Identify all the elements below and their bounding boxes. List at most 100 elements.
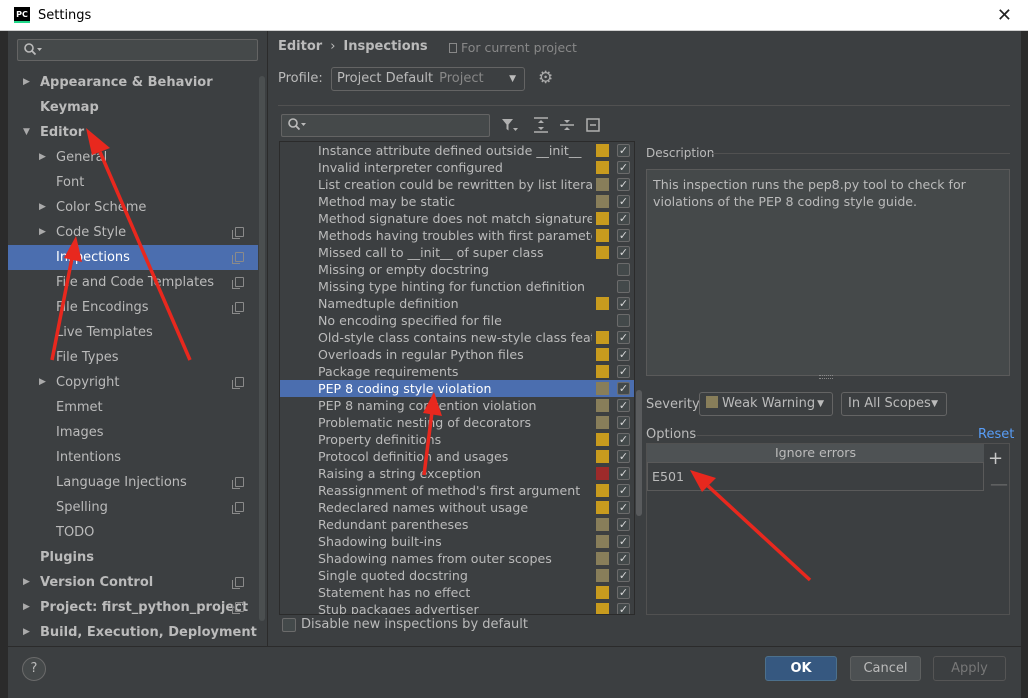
disable-new-inspections-checkbox[interactable] [282,618,296,632]
gear-icon[interactable]: ⚙ [538,68,553,88]
inspection-row[interactable]: PEP 8 naming convention violation ✓ [280,397,634,414]
inspection-row[interactable]: Redundant parentheses ✓ [280,516,634,533]
chevron-right-icon[interactable]: ▶ [39,145,46,170]
inspection-checkbox[interactable]: ✓ [617,518,630,531]
inspection-checkbox[interactable]: ✓ [617,297,630,310]
inspection-row[interactable]: Missed call to __init__ of super class ✓ [280,244,634,261]
sidebar-item[interactable]: Emmet [8,395,258,420]
inspection-checkbox[interactable]: ✓ [617,484,630,497]
sidebar-item[interactable]: File Encodings [8,295,258,320]
sidebar-item[interactable]: ▶ Copyright [8,370,258,395]
chevron-right-icon[interactable]: ▶ [23,570,30,595]
inspection-row[interactable]: Shadowing names from outer scopes ✓ [280,550,634,567]
inspection-checkbox[interactable]: ✓ [617,399,630,412]
sidebar-item[interactable]: ▶ Project: first_python_project [8,595,258,620]
inspection-checkbox[interactable]: ✓ [617,552,630,565]
inspection-checkbox[interactable]: ✓ [617,535,630,548]
profile-dropdown[interactable]: Project Default Project ▼ [331,67,525,91]
inspection-search-input[interactable] [281,114,490,137]
inspection-row[interactable]: Redeclared names without usage ✓ [280,499,634,516]
inspection-checkbox[interactable]: ✓ [617,467,630,480]
inspection-checkbox[interactable]: ✓ [617,450,630,463]
reset-link[interactable]: Reset [978,427,1014,442]
inspection-row[interactable]: Statement has no effect ✓ [280,584,634,601]
inspection-row[interactable]: Shadowing built-ins ✓ [280,533,634,550]
inspection-checkbox[interactable] [617,280,630,293]
inspection-row[interactable]: Instance attribute defined outside __ini… [280,142,634,159]
chevron-right-icon[interactable]: ▶ [39,220,46,245]
inspection-checkbox[interactable]: ✓ [617,212,630,225]
sidebar-item[interactable]: ▶ Code Style [8,220,258,245]
inspection-checkbox[interactable]: ✓ [617,195,630,208]
sidebar-item[interactable]: File and Code Templates [8,270,258,295]
ignore-errors-row[interactable]: E501 [647,462,984,491]
inspection-checkbox[interactable]: ✓ [617,161,630,174]
inspection-checkbox[interactable]: ✓ [617,365,630,378]
cancel-button[interactable]: Cancel [850,656,921,681]
reset-to-default-icon[interactable] [583,115,603,135]
sidebar-item[interactable]: ▼ Editor [8,120,258,145]
chevron-right-icon[interactable]: ▶ [23,620,30,645]
inspection-checkbox[interactable]: ✓ [617,246,630,259]
filter-icon[interactable] [499,115,519,135]
settings-search-input[interactable] [17,39,258,61]
sidebar-item[interactable]: Plugins [8,545,258,570]
chevron-down-icon[interactable]: ▼ [23,120,30,145]
scope-dropdown[interactable]: In All Scopes ▼ [841,392,947,416]
inspection-checkbox[interactable]: ✓ [617,416,630,429]
remove-row-button[interactable]: — [990,474,1008,495]
inspection-row[interactable]: Invalid interpreter configured ✓ [280,159,634,176]
inspection-row[interactable]: Raising a string exception ✓ [280,465,634,482]
sidebar-item[interactable]: Images [8,420,258,445]
sidebar-item[interactable]: TODO [8,520,258,545]
expand-all-icon[interactable] [531,115,551,135]
inspection-checkbox[interactable]: ✓ [617,144,630,157]
inspection-row[interactable]: Single quoted docstring ✓ [280,567,634,584]
inspections-scrollbar[interactable] [636,390,642,516]
inspection-checkbox[interactable]: ✓ [617,586,630,599]
inspection-checkbox[interactable]: ✓ [617,433,630,446]
chevron-right-icon[interactable]: ▶ [23,70,30,95]
inspection-row[interactable]: Old-style class contains new-style class… [280,329,634,346]
sidebar-item[interactable]: ▶ Version Control [8,570,258,595]
sidebar-item[interactable]: File Types [8,345,258,370]
chevron-right-icon[interactable]: ▶ [39,370,46,395]
apply-button[interactable]: Apply [933,656,1006,681]
help-button[interactable]: ? [22,657,46,681]
inspection-row[interactable]: Methods having troubles with first param… [280,227,634,244]
chevron-right-icon[interactable]: ▶ [23,595,30,620]
sidebar-item[interactable]: ▶ General [8,145,258,170]
resize-grip-icon[interactable] [819,375,833,379]
sidebar-item[interactable]: Live Templates [8,320,258,345]
inspection-checkbox[interactable]: ✓ [617,331,630,344]
sidebar-item[interactable]: Inspections [8,245,258,270]
inspection-checkbox[interactable]: ✓ [617,569,630,582]
inspection-row[interactable]: Property definitions ✓ [280,431,634,448]
inspection-row[interactable]: Method signature does not match signatur… [280,210,634,227]
sidebar-item[interactable]: ▶ Build, Execution, Deployment [8,620,258,645]
inspection-row[interactable]: Problematic nesting of decorators ✓ [280,414,634,431]
inspection-checkbox[interactable]: ✓ [617,178,630,191]
inspection-row[interactable]: Method may be static ✓ [280,193,634,210]
inspection-row[interactable]: Overloads in regular Python files ✓ [280,346,634,363]
sidebar-item[interactable]: ▶ Appearance & Behavior [8,70,258,95]
sidebar-item[interactable]: Font [8,170,258,195]
inspection-row[interactable]: Namedtuple definition ✓ [280,295,634,312]
inspection-row[interactable]: Missing type hinting for function defini… [280,278,634,295]
close-icon[interactable]: ✕ [997,5,1012,26]
inspection-checkbox[interactable]: ✓ [617,603,630,614]
ok-button[interactable]: OK [765,656,837,681]
inspection-checkbox[interactable]: ✓ [617,382,630,395]
collapse-all-icon[interactable] [557,115,577,135]
inspection-row[interactable]: Missing or empty docstring [280,261,634,278]
inspection-checkbox[interactable]: ✓ [617,348,630,361]
sidebar-item[interactable]: Intentions [8,445,258,470]
inspection-row[interactable]: Package requirements ✓ [280,363,634,380]
inspection-row[interactable]: Protocol definition and usages ✓ [280,448,634,465]
sidebar-item[interactable]: ▶ Color Scheme [8,195,258,220]
sidebar-item[interactable]: Keymap [8,95,258,120]
add-row-button[interactable]: + [988,448,1003,469]
inspection-row[interactable]: PEP 8 coding style violation ✓ [280,380,634,397]
inspection-row[interactable]: Reassignment of method's first argument ✓ [280,482,634,499]
inspection-checkbox[interactable]: ✓ [617,229,630,242]
